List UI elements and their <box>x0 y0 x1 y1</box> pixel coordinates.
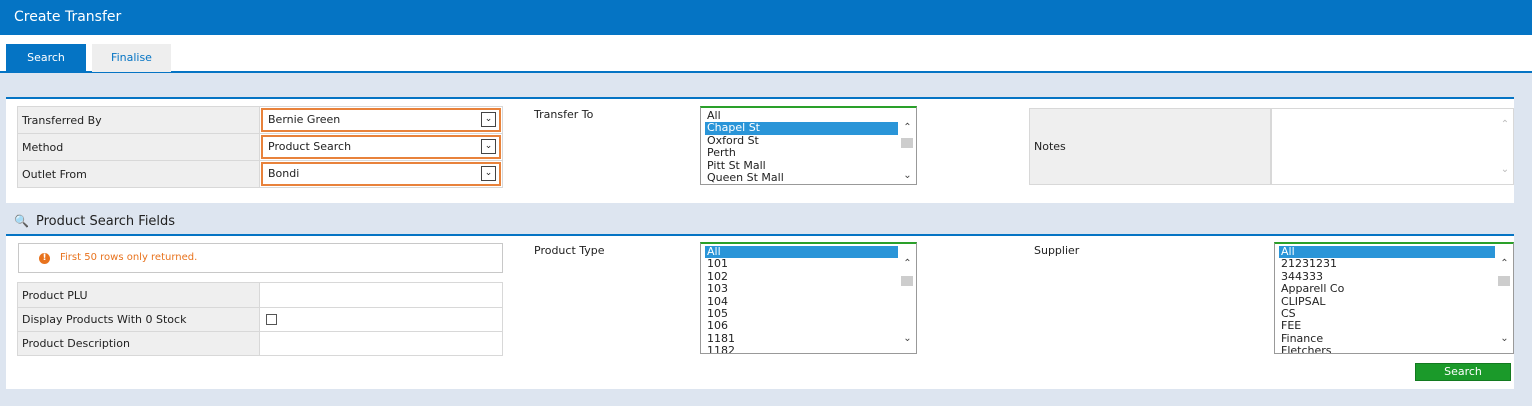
outlet-from-select[interactable]: Bondi ⌄ <box>261 162 501 186</box>
list-item[interactable]: 101 <box>705 257 898 270</box>
chevron-down-icon[interactable]: ⌄ <box>900 333 915 345</box>
chevron-down-icon[interactable]: ⌄ <box>1497 333 1512 345</box>
info-icon: ! <box>39 253 50 264</box>
product-type-listbox[interactable]: All 101 102 103 104 105 106 1181 1182 ⌃ … <box>700 242 917 354</box>
tab-search[interactable]: Search <box>6 44 86 72</box>
supplier-label: Supplier <box>1034 244 1080 257</box>
transfer-to-label: Transfer To <box>534 108 594 121</box>
chevron-up-icon[interactable]: ⌃ <box>900 122 915 134</box>
product-search-title: Product Search Fields <box>36 214 176 229</box>
zero-stock-checkbox[interactable] <box>266 314 277 325</box>
scrollbar-thumb[interactable] <box>901 138 913 148</box>
scrollbar[interactable]: ⌃ ⌄ <box>1497 258 1512 351</box>
scrollbar-thumb[interactable] <box>901 276 913 286</box>
list-item[interactable]: 102 <box>705 270 898 283</box>
chevron-down-icon[interactable]: ⌄ <box>481 166 496 181</box>
transfer-details-table: Transferred By Bernie Green ⌄ Method Pro… <box>17 106 503 188</box>
tab-strip: Search Finalise <box>0 35 1532 73</box>
product-description-label: Product Description <box>17 331 260 356</box>
product-plu-input[interactable] <box>259 282 503 308</box>
list-item[interactable]: Perth <box>705 146 898 159</box>
transferred-by-label: Transferred By <box>17 106 260 134</box>
chevron-up-icon[interactable]: ⌃ <box>1499 119 1511 131</box>
product-type-label: Product Type <box>534 244 605 257</box>
product-plu-label: Product PLU <box>17 282 260 308</box>
list-item[interactable]: Apparell Co <box>1279 282 1495 295</box>
supplier-listbox[interactable]: All 21231231 344333 Apparell Co CLIPSAL … <box>1274 242 1514 354</box>
info-message-box: ! First 50 rows only returned. <box>18 243 503 273</box>
transferred-by-select[interactable]: Bernie Green ⌄ <box>261 108 501 132</box>
list-item-selected[interactable]: All <box>705 245 898 259</box>
list-item[interactable]: 103 <box>705 282 898 295</box>
product-search-heading: 🔍 Product Search Fields <box>6 210 175 232</box>
method-label: Method <box>17 133 260 161</box>
page-title-bar: Create Transfer <box>0 0 1532 35</box>
chevron-down-icon[interactable]: ⌄ <box>1499 164 1511 176</box>
product-description-input[interactable] <box>259 331 503 356</box>
list-item[interactable]: FEE <box>1279 319 1495 332</box>
chevron-down-icon[interactable]: ⌄ <box>481 112 496 127</box>
transfer-to-listbox[interactable]: All Chapel St Oxford St Perth Pitt St Ma… <box>700 106 917 185</box>
chevron-down-icon[interactable]: ⌄ <box>900 170 915 182</box>
search-icon: 🔍 <box>14 214 29 228</box>
list-item[interactable]: 106 <box>705 319 898 332</box>
list-item[interactable]: CLIPSAL <box>1279 295 1495 308</box>
zero-stock-label: Display Products With 0 Stock <box>17 307 260 332</box>
notes-label: Notes <box>1029 108 1271 185</box>
notes-textarea[interactable]: ⌃ ⌄ <box>1271 108 1514 185</box>
list-item-selected[interactable]: Chapel St <box>705 121 898 135</box>
chevron-down-icon[interactable]: ⌄ <box>481 139 496 154</box>
search-button[interactable]: Search <box>1415 363 1511 381</box>
outlet-from-label: Outlet From <box>17 160 260 188</box>
scrollbar-thumb[interactable] <box>1498 276 1510 286</box>
list-item[interactable]: 104 <box>705 295 898 308</box>
method-select[interactable]: Product Search ⌄ <box>261 135 501 159</box>
list-item[interactable]: Fletchers <box>1279 344 1495 353</box>
chevron-up-icon[interactable]: ⌃ <box>900 258 915 270</box>
list-item[interactable]: Queen St Mall <box>705 171 898 184</box>
tab-finalise[interactable]: Finalise <box>92 44 171 72</box>
info-message: First 50 rows only returned. <box>60 252 198 263</box>
list-item[interactable]: 21231231 <box>1279 257 1495 270</box>
chevron-up-icon[interactable]: ⌃ <box>1497 258 1512 270</box>
scrollbar[interactable]: ⌃ ⌄ <box>900 122 915 182</box>
outlet-from-value: Bondi <box>268 167 300 180</box>
list-item[interactable]: CS <box>1279 307 1495 320</box>
list-item[interactable]: 1182 <box>705 344 898 353</box>
transferred-by-value: Bernie Green <box>268 113 341 126</box>
scrollbar[interactable]: ⌃ ⌄ <box>900 258 915 351</box>
page-title: Create Transfer <box>14 9 122 25</box>
list-item[interactable]: 105 <box>705 307 898 320</box>
product-search-table: Product PLU Display Products With 0 Stoc… <box>17 282 503 356</box>
method-value: Product Search <box>268 140 352 153</box>
